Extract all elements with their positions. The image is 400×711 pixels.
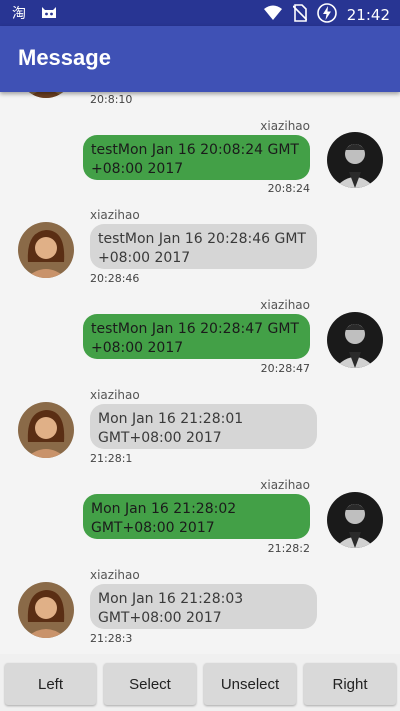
button-bar: Left Select Unselect Right: [0, 654, 400, 711]
sender-name: xiazihao: [260, 298, 310, 312]
left-button[interactable]: Left: [5, 663, 96, 705]
sender-name: xiazihao: [90, 568, 140, 582]
unselect-button[interactable]: Unselect: [204, 663, 296, 705]
status-bar: 淘 21:42: [0, 0, 400, 26]
system-icons: 21:42: [263, 3, 390, 27]
avatar[interactable]: [327, 492, 383, 548]
avatar[interactable]: [327, 132, 383, 188]
select-button[interactable]: Select: [104, 663, 196, 705]
message-bubble[interactable]: testMon Jan 16 20:28:47 GMT +08:00 2017: [83, 314, 310, 359]
avatar[interactable]: [18, 222, 74, 278]
message-time: 21:28:3: [90, 632, 133, 645]
message-time: 21:28:2: [267, 542, 310, 555]
sender-name: xiazihao: [260, 119, 310, 133]
wifi-icon: [263, 5, 283, 25]
avatar[interactable]: [327, 312, 383, 368]
message-bubble[interactable]: Mon Jan 16 21:28:01 GMT+08:00 2017: [90, 404, 317, 449]
message-time: 21:28:1: [90, 452, 133, 465]
no-sim-icon: [292, 4, 308, 26]
sender-name: xiazihao: [90, 388, 140, 402]
message-time: 20:28:47: [260, 362, 310, 375]
battery-charging-icon: [316, 3, 337, 27]
notification-icons: 淘: [12, 4, 58, 22]
message-time: 20:28:46: [90, 272, 140, 285]
status-time: 21:42: [346, 6, 390, 24]
message-bubble[interactable]: testMon Jan 16 20:28:46 GMT +08:00 2017: [90, 224, 317, 269]
taobao-icon: 淘: [12, 4, 30, 22]
app-bar: Message: [0, 26, 400, 92]
message-bubble[interactable]: Mon Jan 16 21:28:03 GMT+08:00 2017: [90, 584, 317, 629]
message-bubble[interactable]: Mon Jan 16 21:28:02 GMT+08:00 2017: [83, 494, 310, 539]
avatar[interactable]: [18, 92, 74, 98]
svg-text:淘: 淘: [12, 6, 26, 20]
page-title: Message: [18, 45, 111, 70]
sender-name: xiazihao: [260, 478, 310, 492]
sender-name: xiazihao: [90, 208, 140, 222]
avatar[interactable]: [18, 402, 74, 458]
avatar[interactable]: [18, 582, 74, 638]
right-button[interactable]: Right: [304, 663, 396, 705]
message-time: 20:8:24: [267, 182, 310, 195]
cat-icon: [40, 4, 58, 20]
message-bubble[interactable]: testMon Jan 16 20:08:24 GMT +08:00 2017: [83, 135, 310, 180]
message-list[interactable]: 20:8:10 xiazihao testMon Jan 16 20:08:24…: [0, 92, 400, 654]
message-time: 20:8:10: [90, 93, 133, 106]
